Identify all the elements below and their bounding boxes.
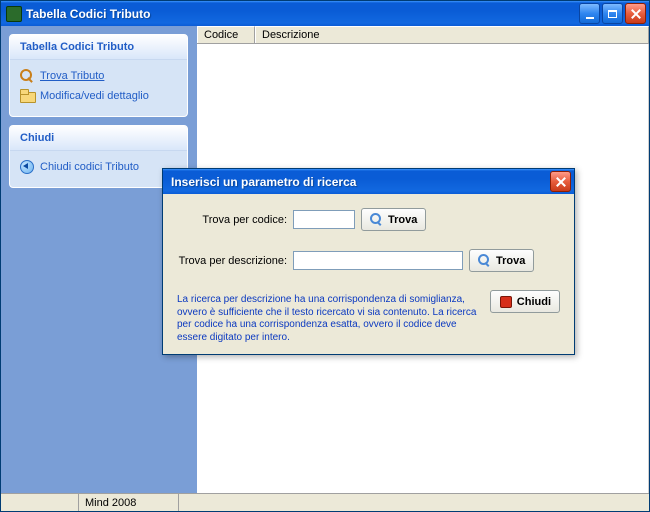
- trova-descrizione-button[interactable]: Trova: [469, 249, 534, 272]
- stop-icon: [499, 295, 513, 309]
- panel-title: Chiudi: [10, 126, 187, 151]
- button-label: Chiudi: [517, 296, 551, 308]
- sidebar-item-chiudi[interactable]: Chiudi codici Tributo: [18, 157, 179, 177]
- input-codice[interactable]: [293, 210, 355, 229]
- label-codice: Trova per codice:: [177, 214, 287, 226]
- sidebar-panel-tabella: Tabella Codici Tributo Trova Tributo Mod…: [9, 34, 188, 117]
- input-descrizione[interactable]: [293, 251, 463, 270]
- grid-header: Codice Descrizione: [197, 26, 649, 44]
- trova-codice-button[interactable]: Trova: [361, 208, 426, 231]
- app-icon: [6, 6, 22, 22]
- search-icon: [478, 254, 492, 268]
- dialog-titlebar[interactable]: Inserisci un parametro di ricerca: [163, 169, 574, 194]
- titlebar[interactable]: Tabella Codici Tributo: [1, 1, 649, 26]
- button-label: Trova: [496, 255, 525, 267]
- chiudi-button[interactable]: Chiudi: [490, 290, 560, 313]
- column-header-descrizione[interactable]: Descrizione: [255, 26, 649, 43]
- statusbar: Mind 2008: [1, 493, 649, 511]
- sidebar-item-label: Modifica/vedi dettaglio: [40, 90, 149, 102]
- search-icon: [370, 213, 384, 227]
- search-icon: [20, 69, 34, 83]
- folder-icon: [20, 89, 34, 103]
- label-descrizione: Trova per descrizione:: [177, 255, 287, 267]
- button-label: Trova: [388, 214, 417, 226]
- status-app: Mind 2008: [79, 494, 179, 511]
- window-title: Tabella Codici Tributo: [26, 7, 579, 21]
- back-icon: [20, 160, 34, 174]
- column-header-codice[interactable]: Codice: [197, 26, 255, 43]
- help-text: La ricerca per descrizione ha una corris…: [177, 294, 480, 344]
- panel-title: Tabella Codici Tributo: [10, 35, 187, 60]
- sidebar-item-trova-tributo[interactable]: Trova Tributo: [18, 66, 179, 86]
- dialog-close-button[interactable]: [550, 171, 571, 192]
- close-button[interactable]: [625, 3, 646, 24]
- sidebar-item-modifica[interactable]: Modifica/vedi dettaglio: [18, 86, 179, 106]
- search-dialog: Inserisci un parametro di ricerca Trova …: [162, 168, 575, 355]
- dialog-title: Inserisci un parametro di ricerca: [171, 175, 550, 189]
- minimize-button[interactable]: [579, 3, 600, 24]
- sidebar-item-label: Trova Tributo: [40, 70, 104, 82]
- status-cell: [1, 494, 79, 511]
- maximize-button[interactable]: [602, 3, 623, 24]
- sidebar-item-label: Chiudi codici Tributo: [40, 161, 139, 173]
